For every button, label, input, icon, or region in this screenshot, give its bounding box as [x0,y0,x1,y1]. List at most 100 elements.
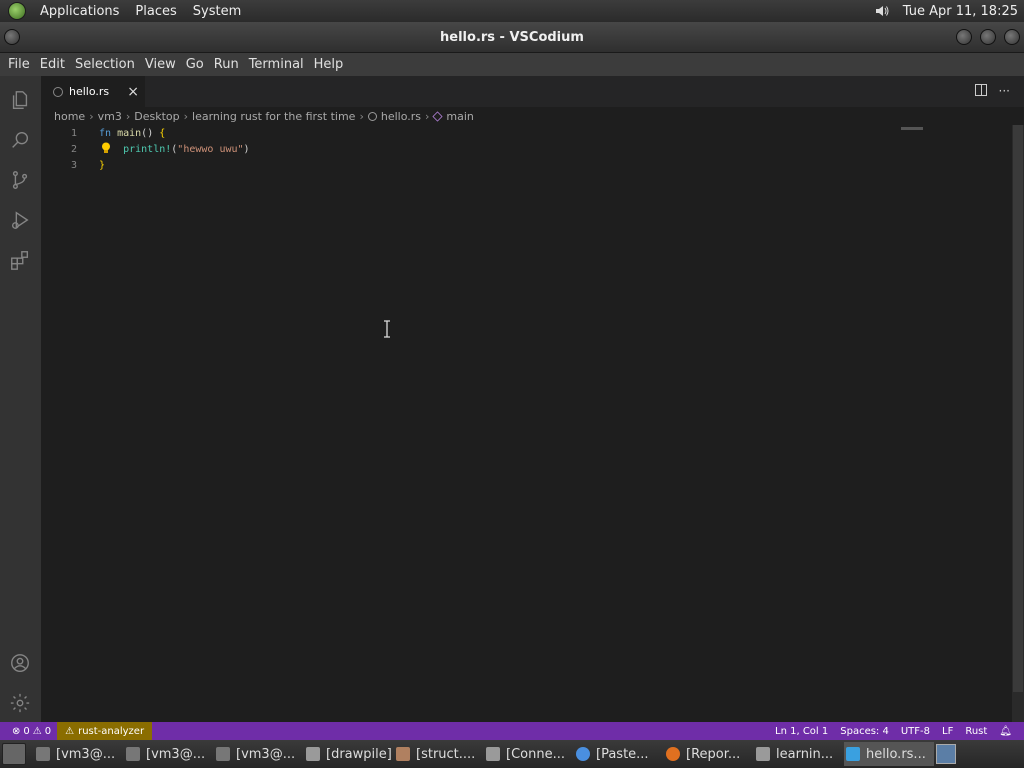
taskbar-item[interactable]: hello.rs... [844,742,934,766]
terminal-icon [36,747,50,761]
show-desktop-button[interactable] [2,743,26,765]
applications-menu[interactable]: Applications [32,4,127,19]
language-mode[interactable]: Rust [959,726,993,737]
taskbar-item-label: [Repor... [686,746,741,762]
code-token: println! [123,143,172,155]
maximize-button[interactable] [980,29,996,45]
line-number: 1 [70,127,77,139]
editor-scrollbar[interactable] [1012,125,1024,722]
breadcrumb: home › vm3 › Desktop › learning rust for th… [41,107,1001,125]
activity-bar [0,76,41,722]
menubar: File Edit Selection View Go Run Terminal… [0,53,1024,76]
system-menu[interactable]: System [185,4,249,19]
taskbar-item-label: [struct.... [416,746,476,762]
scrollbar-thumb[interactable] [1013,125,1023,692]
rust-analyzer-status[interactable]: ⚠ rust-analyzer [57,722,153,740]
code-token: () [141,127,160,139]
code-token: { [159,127,166,139]
line-number: 3 [70,159,77,171]
taskbar: [vm3@... [vm3@... [vm3@... [drawpile] [struc… [0,740,1024,768]
code-line[interactable]: 2 println!("hewwo uwu") [41,141,941,157]
menu-view[interactable]: View [140,57,181,72]
taskbar-item-label: [vm3@... [56,746,116,762]
terminal-icon [126,747,140,761]
code-text: } [99,160,105,171]
taskbar-item[interactable]: [vm3@... [34,742,124,766]
taskbar-item[interactable]: learnin... [754,742,844,766]
taskbar-item[interactable]: [Repor... [664,742,754,766]
breadcrumb-folder[interactable]: learning rust for the first time [192,110,355,123]
accounts-icon[interactable] [8,651,32,675]
close-window-button[interactable] [1004,29,1020,45]
workspace-switcher[interactable] [936,744,956,764]
line-number: 2 [70,143,77,155]
problems-indicator[interactable]: ⊗ 0 ⚠ 0 [0,726,57,737]
taskbar-item[interactable]: [vm3@... [124,742,214,766]
run-debug-icon[interactable] [8,208,32,232]
indentation[interactable]: Spaces: 4 [834,726,895,737]
split-editor-icon[interactable] [974,84,987,96]
menu-selection[interactable]: Selection [70,57,140,72]
search-icon[interactable] [8,128,32,152]
chevron-right-icon: › [359,109,364,123]
error-count: 0 [23,725,30,737]
breadcrumb-desktop[interactable]: Desktop [134,110,179,123]
breadcrumb-symbol[interactable]: main [446,110,473,123]
code-token: ) [243,143,250,155]
taskbar-item[interactable]: [vm3@... [214,742,304,766]
code-line[interactable]: 3} [41,157,941,173]
end-of-line[interactable]: LF [936,726,959,737]
more-actions-icon[interactable]: ··· [999,84,1010,98]
taskbar-item[interactable]: [drawpile] [304,742,394,766]
taskbar-item-label: [vm3@... [146,746,206,762]
chevron-right-icon: › [183,109,189,123]
tab-actions: ··· [974,84,1010,98]
firefox-icon [666,747,680,761]
close-tab-icon[interactable]: × [127,84,139,100]
window-titlebar[interactable]: hello.rs - VSCodium [0,22,1024,53]
distro-logo-icon[interactable] [8,2,26,20]
window-menu-button[interactable] [4,29,20,45]
menu-go[interactable]: Go [181,57,209,72]
places-menu[interactable]: Places [127,4,184,19]
taskbar-item[interactable]: [Conne... [484,742,574,766]
chevron-right-icon: › [89,109,94,123]
menu-edit[interactable]: Edit [35,57,70,72]
breadcrumb-home[interactable]: home [54,110,85,123]
code-line[interactable]: 1 fn main() { [41,125,941,141]
menu-file[interactable]: File [0,57,35,72]
menu-terminal[interactable]: Terminal [244,57,309,72]
code-editor[interactable]: 1 fn main() {2 println!("hewwo uwu") 3} [41,125,1012,722]
taskbar-item-label: [Paste... [596,746,649,762]
folder-icon [756,747,770,761]
menu-run[interactable]: Run [209,57,244,72]
taskbar-item-label: [vm3@... [236,746,296,762]
tab-label: hello.rs [69,85,110,98]
lightbulb-icon[interactable] [101,142,111,154]
extensions-icon[interactable] [8,248,32,272]
breadcrumb-file[interactable]: hello.rs [381,110,421,123]
notifications-bell-icon[interactable]: 🔔︎ [993,726,1024,737]
minimize-button[interactable] [956,29,972,45]
text-cursor-icon [384,320,390,338]
taskbar-item-label: [drawpile] [326,746,392,762]
warning-icon: ⚠ [32,725,42,737]
source-control-icon[interactable] [8,168,32,192]
error-icon: ⊗ [12,725,21,737]
symbol-function-icon [432,110,443,122]
taskbar-item[interactable]: [Paste... [574,742,664,766]
volume-icon[interactable] [873,2,891,20]
cursor-position[interactable]: Ln 1, Col 1 [769,726,834,737]
menu-help[interactable]: Help [309,57,349,72]
rust-analyzer-label: rust-analyzer [78,725,145,737]
explorer-icon[interactable] [8,88,32,112]
taskbar-item[interactable]: [struct.... [394,742,484,766]
encoding[interactable]: UTF-8 [895,726,936,737]
clock[interactable]: Tue Apr 11, 18:25 [899,4,1024,19]
minimap[interactable] [901,127,923,130]
code-token: fn [99,127,112,139]
tab-hello-rs[interactable]: hello.rs × [41,76,145,107]
settings-gear-icon[interactable] [8,691,32,715]
taskbar-item-label: hello.rs... [866,746,926,762]
breadcrumb-vm3[interactable]: vm3 [98,110,122,123]
